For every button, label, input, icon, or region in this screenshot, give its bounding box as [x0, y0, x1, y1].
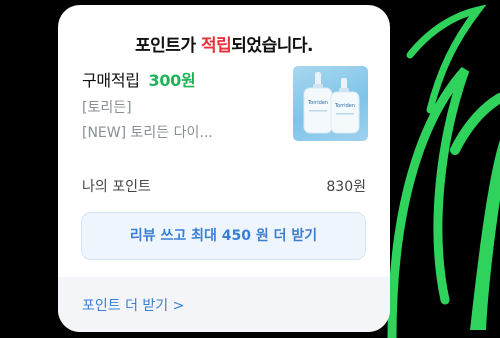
product-thumbnail: Torriden Torriden: [293, 66, 368, 141]
write-review-button[interactable]: 리뷰 쓰고 최대 450 원 더 받기: [81, 212, 366, 260]
svg-text:Torriden: Torriden: [307, 100, 328, 106]
purchase-earn-row: 구매적립 300원: [82, 67, 196, 91]
product-brand: [토리든]: [82, 100, 132, 116]
svg-text:Torriden: Torriden: [334, 103, 355, 109]
title-suffix: 되었습니다.: [231, 36, 313, 56]
points-earned-popup: 포인트가 적립되었습니다. 구매적립 300원 [토리든] [NEW] 토리든 …: [58, 5, 390, 332]
product-name: [NEW] 토리든 다이...: [82, 125, 213, 141]
title-highlight: 적립: [201, 36, 232, 56]
popup-footer: 포인트 더 받기 >: [58, 277, 390, 332]
my-point-value: 830원: [326, 179, 366, 195]
earn-amount: 300원: [148, 71, 196, 90]
more-points-link[interactable]: 포인트 더 받기 >: [82, 295, 184, 315]
popup-title: 포인트가 적립되었습니다.: [58, 31, 390, 56]
earn-label: 구매적립: [82, 71, 140, 90]
title-prefix: 포인트가: [135, 36, 202, 56]
my-point-label: 나의 포인트: [82, 179, 151, 195]
